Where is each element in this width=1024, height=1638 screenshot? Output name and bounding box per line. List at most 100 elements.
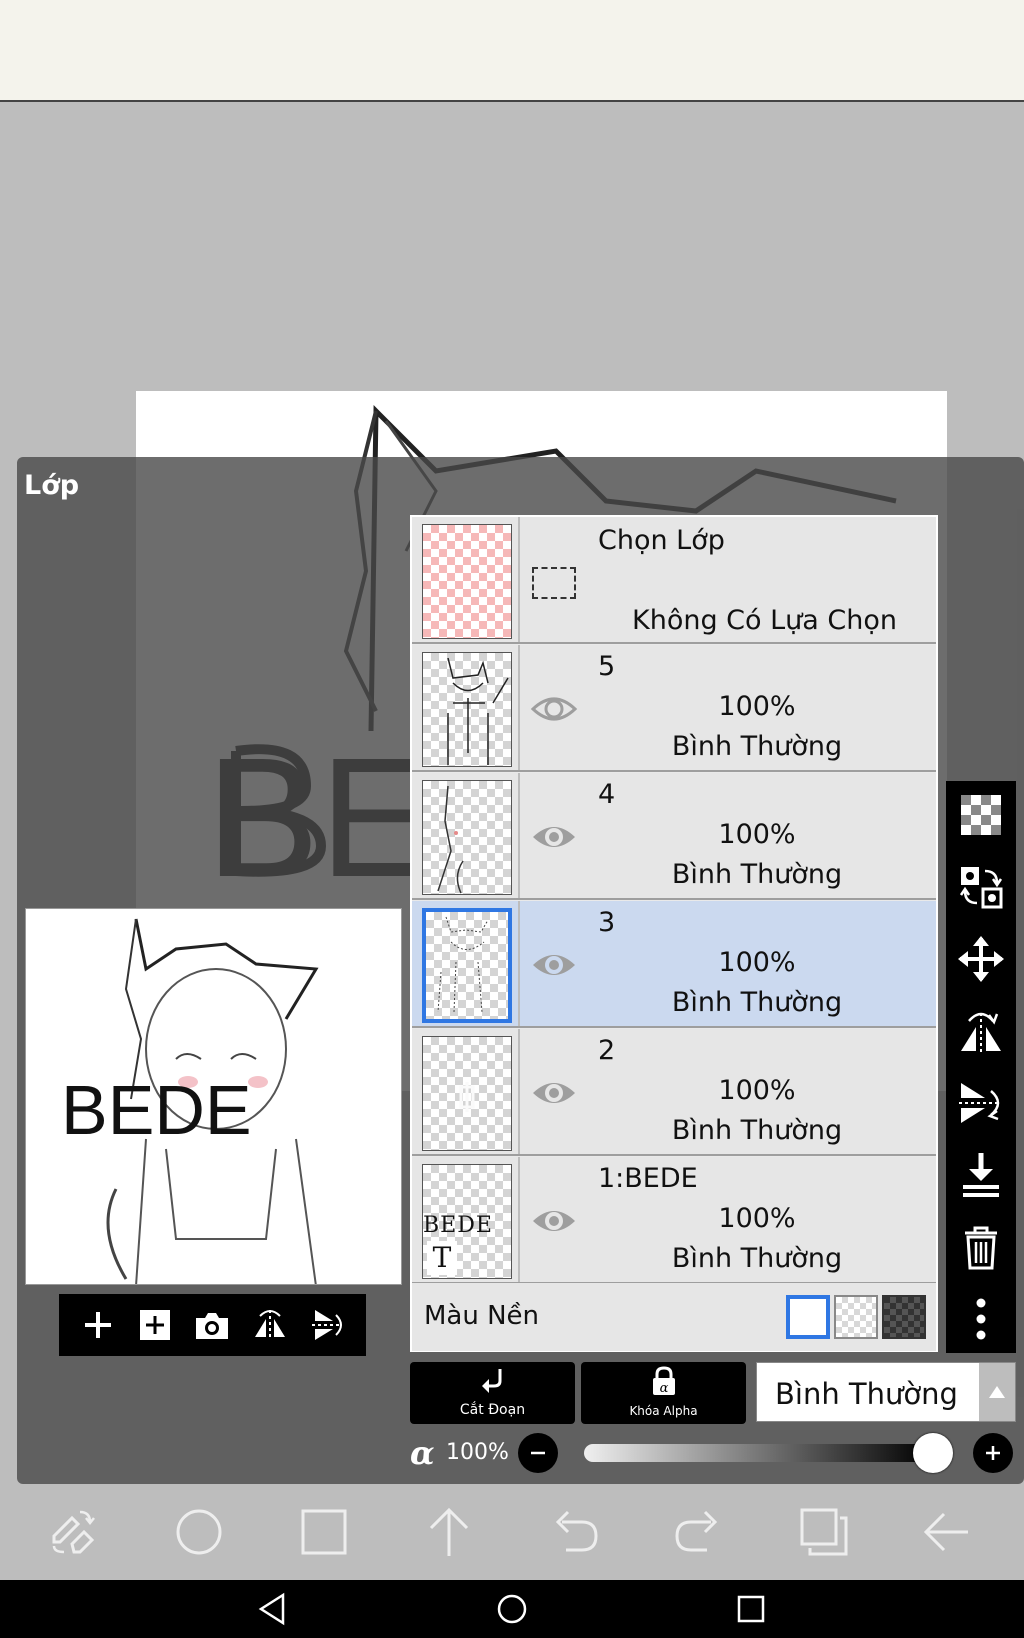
background-dark-swatch[interactable] [882,1295,926,1339]
flip-vertical-icon[interactable] [957,1079,1005,1127]
minus-icon [531,1451,545,1455]
trash-icon[interactable] [957,1223,1005,1271]
import-photo-button[interactable] [188,1301,236,1349]
layer-thumbnail: BEDE T [422,1164,512,1279]
layer-opacity: 100% [718,947,796,978]
background-color-row: Màu Nền [412,1283,936,1351]
layer-name: 5 [598,651,616,682]
layers-icon[interactable] [798,1506,850,1558]
layer-row-selected[interactable]: 3 100% Bình Thường [412,901,936,1028]
flip-vertical-button[interactable] [303,1301,351,1349]
visibility-eye-icon[interactable] [530,685,578,733]
swap-layer-icon[interactable] [957,863,1005,911]
layer-thumbnail-art [437,785,464,894]
undo-icon[interactable] [548,1506,600,1558]
layer-list: Chọn Lớp Không Có Lựa Chọn 5 100% Bình T… [410,515,938,1352]
layer-blend-mode: Bình Thường [671,1115,843,1146]
background-transparent-swatch[interactable] [834,1295,878,1339]
arrow-up-icon[interactable] [423,1506,475,1558]
layer-name: 1:BEDE [598,1163,698,1194]
layer-name: 2 [598,1035,616,1066]
layer-opacity: 100% [718,1203,796,1234]
row-divider [518,1029,520,1154]
alpha-symbol: α [410,1434,435,1472]
opacity-slider-knob[interactable] [913,1433,953,1473]
back-arrow-icon[interactable] [920,1506,972,1558]
selection-title: Chọn Lớp [598,525,725,556]
row-divider [518,645,520,770]
nav-home-icon[interactable] [492,1589,532,1629]
selection-layer-row[interactable]: Chọn Lớp Không Có Lựa Chọn [412,517,936,644]
visibility-eye-icon[interactable] [530,941,578,989]
flip-horizontal-icon [254,1310,285,1340]
layer-tools-toolbar [946,781,1016,1353]
layer-thumbnail-art [437,916,489,1013]
opacity-decrease-button[interactable] [518,1433,558,1473]
preview-text: BEDE [61,1071,252,1149]
layer-row[interactable]: 5 100% Bình Thường [412,645,936,772]
layer-add-toolbar [59,1294,366,1356]
opacity-slider[interactable] [584,1444,924,1462]
selection-subtitle: Không Có Lựa Chọn [632,605,898,636]
clipping-label: Cắt Đoạn [459,1402,526,1418]
selection-marquee-icon [532,567,576,599]
opacity-value: 100% [446,1440,509,1465]
layer-thumbnail-art [447,657,509,765]
alpha-lock-button[interactable]: α Khóa Alpha [581,1362,746,1424]
layer-row[interactable]: BEDE T 1:BEDE 100% Bình Thường [412,1157,936,1284]
layer-blend-mode: Bình Thường [671,987,843,1018]
nav-recents-icon[interactable] [731,1589,771,1629]
visibility-eye-icon[interactable] [530,1069,578,1117]
merge-down-icon[interactable] [957,1151,1005,1199]
pen-eraser-swap-icon[interactable] [46,1506,98,1558]
layer-blend-mode: Bình Thường [671,731,843,762]
nav-back-icon[interactable] [253,1589,293,1629]
opacity-increase-button[interactable] [973,1433,1013,1473]
plus-icon [84,1312,111,1338]
flip-horizontal-button[interactable] [246,1301,294,1349]
circle-select-icon[interactable] [173,1506,225,1558]
layer-row[interactable]: 4 100% Bình Thường [412,773,936,900]
layer-row[interactable]: 2 100% Bình Thường [412,1029,936,1156]
clipping-button[interactable]: Cắt Đoạn [410,1362,575,1424]
canvas-preview[interactable]: BEDE [25,908,402,1285]
flip-horizontal-icon[interactable] [957,1007,1005,1055]
row-divider [518,901,520,1026]
square-select-icon[interactable] [298,1506,350,1558]
layer-name: 3 [598,907,616,938]
redo-icon[interactable] [673,1506,725,1558]
layer-thumbnail [422,1036,512,1151]
bottom-toolbar [0,1484,1024,1580]
visibility-eye-icon[interactable] [530,813,578,861]
add-layer-copy-button[interactable] [131,1301,179,1349]
alpha-lock-label: Khóa Alpha [629,1404,698,1418]
row-divider [518,1157,520,1282]
move-icon[interactable] [957,935,1005,983]
alpha-glyph: α [660,1381,669,1396]
system-navigation-bar [0,1580,1024,1638]
preview-artwork: BEDE [61,918,319,1284]
text-layer-icon: T [427,1241,457,1275]
blend-mode-value: Bình Thường [775,1377,958,1411]
add-layer-button[interactable] [74,1301,122,1349]
camera-icon [196,1313,229,1339]
background-white-swatch[interactable] [786,1295,830,1339]
layer-thumbnail-art [459,1082,475,1112]
layer-opacity: 100% [718,819,796,850]
thumbnail-text: BEDE [423,1213,493,1238]
blend-mode-dropdown[interactable]: Bình Thường [756,1362,1016,1422]
background-color-label: Màu Nền [424,1301,540,1331]
layer-thumbnail [422,908,512,1023]
panel-title: Lớp [24,470,80,501]
visibility-eye-icon[interactable] [530,1197,578,1245]
top-bar [0,0,1024,102]
layer-opacity: 100% [718,691,796,722]
dropdown-arrow-icon [979,1363,1015,1421]
more-options-icon[interactable] [957,1295,1005,1343]
plus-icon [986,1446,1000,1460]
flip-vertical-icon [312,1310,343,1340]
add-layer-icon [140,1310,171,1340]
selection-thumbnail [422,524,512,639]
row-divider [518,517,520,642]
checkerboard-icon[interactable] [957,791,1005,839]
